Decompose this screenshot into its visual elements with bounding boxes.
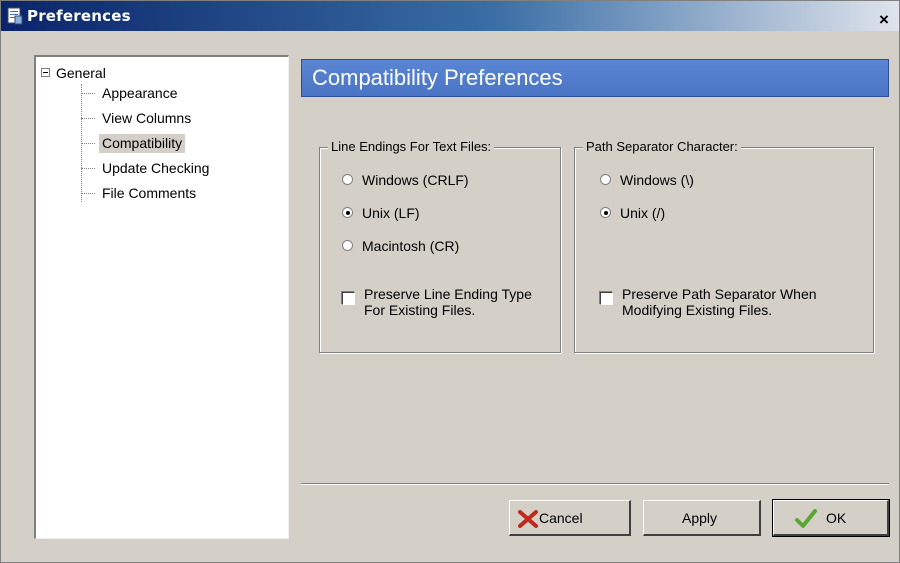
preferences-tree[interactable]: General Appearance View Columns Compatib… bbox=[34, 55, 289, 539]
radio-label: Macintosh (CR) bbox=[362, 238, 460, 254]
checkbox-label: Preserve Line Ending Type For Existing F… bbox=[364, 286, 532, 318]
tree-connector bbox=[81, 193, 95, 194]
path-separator-legend: Path Separator Character: bbox=[583, 139, 741, 154]
tree-connector bbox=[81, 168, 95, 169]
cancel-label: Cancel bbox=[539, 510, 583, 526]
panel-header: Compatibility Preferences bbox=[301, 59, 889, 97]
line-endings-legend: Line Endings For Text Files: bbox=[328, 139, 495, 154]
red-x-icon bbox=[518, 510, 538, 528]
radio-button-icon bbox=[600, 174, 611, 185]
tree-connector bbox=[81, 93, 95, 94]
line-endings-group: Line Endings For Text Files: Windows (CR… bbox=[319, 139, 561, 353]
green-checkmark-icon bbox=[795, 509, 817, 528]
checkbox-label: Preserve Path Separator When Modifying E… bbox=[622, 286, 817, 318]
collapse-toggle-icon[interactable] bbox=[41, 68, 50, 77]
radio-button-selected-icon bbox=[600, 207, 611, 218]
preferences-window: Preferences × General Appearance View Co… bbox=[0, 0, 900, 563]
preserve-path-separator-checkbox[interactable]: Preserve Path Separator When Modifying E… bbox=[600, 286, 865, 322]
title-bar[interactable]: Preferences × bbox=[1, 1, 899, 31]
path-separator-group: Path Separator Character: Windows (\) Un… bbox=[574, 139, 874, 353]
tree-item-general[interactable]: General bbox=[56, 65, 106, 81]
ok-label: OK bbox=[826, 510, 847, 526]
close-icon: × bbox=[879, 10, 889, 29]
radio-dot bbox=[346, 211, 350, 215]
apply-button[interactable]: Apply bbox=[643, 500, 761, 536]
tree-connector bbox=[81, 143, 95, 144]
checkbox-icon bbox=[600, 292, 613, 305]
checkbox-icon bbox=[342, 292, 355, 305]
radio-button-icon bbox=[342, 174, 353, 185]
close-button[interactable]: × bbox=[875, 11, 893, 29]
radio-label: Windows (\) bbox=[620, 172, 694, 188]
tree-item-label: Appearance bbox=[102, 85, 178, 101]
radio-button-icon bbox=[342, 240, 353, 251]
preserve-line-ending-checkbox[interactable]: Preserve Line Ending Type For Existing F… bbox=[342, 286, 552, 322]
radio-label: Unix (LF) bbox=[362, 205, 420, 221]
tree-item-label: View Columns bbox=[102, 110, 192, 126]
window-title: Preferences bbox=[27, 7, 131, 25]
tree-item-label: Compatibility bbox=[99, 134, 186, 153]
divider bbox=[301, 483, 889, 485]
radio-label: Windows (CRLF) bbox=[362, 172, 469, 188]
radio-button-selected-icon bbox=[342, 207, 353, 218]
radio-label: Unix (/) bbox=[620, 205, 666, 221]
radio-dot bbox=[604, 211, 608, 215]
cancel-button[interactable]: Cancel bbox=[509, 500, 631, 536]
tree-item-label: Update Checking bbox=[102, 160, 210, 176]
preferences-icon bbox=[7, 7, 23, 25]
ok-button[interactable]: OK bbox=[772, 499, 890, 537]
apply-label: Apply bbox=[682, 510, 718, 526]
panel-title: Compatibility Preferences bbox=[312, 65, 563, 90]
tree-item-label: File Comments bbox=[102, 185, 197, 201]
tree-connector bbox=[81, 118, 95, 119]
